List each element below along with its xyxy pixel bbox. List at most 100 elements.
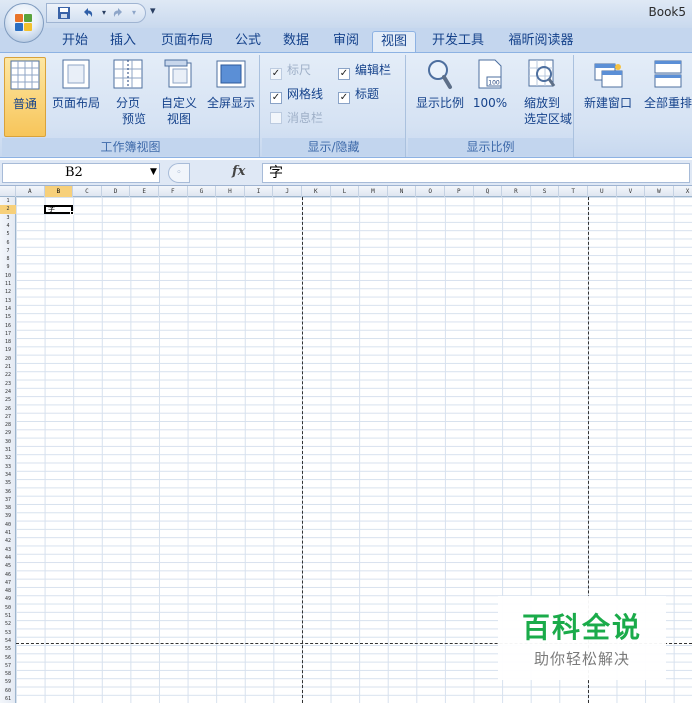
column-header[interactable]: K	[302, 186, 331, 197]
row-header[interactable]: 18	[0, 338, 16, 346]
row-header[interactable]: 38	[0, 504, 16, 512]
row-header[interactable]: 29	[0, 429, 16, 437]
row-header[interactable]: 7	[0, 247, 16, 255]
office-button[interactable]	[4, 3, 44, 43]
row-header[interactable]: 57	[0, 662, 16, 670]
column-header[interactable]: V	[617, 186, 646, 197]
tab-insert[interactable]: 插入	[104, 31, 142, 52]
column-header[interactable]: O	[416, 186, 445, 197]
row-header[interactable]: 46	[0, 571, 16, 579]
undo-icon[interactable]	[81, 6, 95, 20]
ruler-checkbox[interactable]: ✓ 标尺	[270, 61, 311, 80]
zoom-100-button[interactable]: 100 100%	[470, 57, 510, 111]
row-header[interactable]: 25	[0, 396, 16, 404]
formula-expand-icon[interactable]: ◦	[168, 163, 190, 183]
gridlines-checkbox[interactable]: ✓ 网格线	[270, 85, 323, 104]
column-header[interactable]: P	[445, 186, 474, 197]
tab-page-layout[interactable]: 页面布局	[154, 31, 220, 52]
tab-developer[interactable]: 开发工具	[422, 31, 494, 52]
row-header[interactable]: 44	[0, 554, 16, 562]
column-header[interactable]: J	[273, 186, 302, 197]
row-header[interactable]: 49	[0, 595, 16, 603]
column-header[interactable]: A	[16, 186, 45, 197]
column-header[interactable]: U	[588, 186, 617, 197]
new-window-button[interactable]: 新建窗口	[578, 57, 638, 111]
customize-qat-icon[interactable]: ▾	[150, 4, 156, 17]
tab-review[interactable]: 审阅	[326, 31, 366, 52]
column-header[interactable]: T	[559, 186, 588, 197]
row-header[interactable]: 24	[0, 388, 16, 396]
row-header[interactable]: 34	[0, 471, 16, 479]
row-header[interactable]: 1	[0, 197, 16, 205]
full-screen-button[interactable]: 全屏显示	[204, 57, 258, 111]
arrange-all-button[interactable]: 全部重排	[638, 57, 692, 111]
row-header[interactable]: 17	[0, 330, 16, 338]
column-header[interactable]: N	[388, 186, 417, 197]
column-header[interactable]: C	[73, 186, 102, 197]
row-header[interactable]: 40	[0, 521, 16, 529]
column-header[interactable]: D	[102, 186, 131, 197]
row-header[interactable]: 16	[0, 322, 16, 330]
column-header[interactable]: L	[331, 186, 360, 197]
row-header[interactable]: 11	[0, 280, 16, 288]
row-header[interactable]: 2	[0, 205, 16, 214]
row-header[interactable]: 19	[0, 346, 16, 354]
column-header[interactable]: S	[531, 186, 560, 197]
row-header[interactable]: 32	[0, 454, 16, 462]
row-header[interactable]: 4	[0, 222, 16, 230]
row-header[interactable]: 41	[0, 529, 16, 537]
name-box-dropdown-icon[interactable]: ▼	[150, 167, 157, 177]
zoom-button[interactable]: 显示比例	[410, 57, 470, 111]
row-header[interactable]: 8	[0, 255, 16, 263]
redo-dropdown-icon[interactable]: ▾	[127, 6, 141, 20]
row-header[interactable]: 36	[0, 488, 16, 496]
undo-dropdown-icon[interactable]: ▾	[97, 6, 111, 20]
redo-icon[interactable]	[111, 6, 125, 20]
formula-input[interactable]: 字	[262, 163, 690, 183]
row-header[interactable]: 5	[0, 230, 16, 238]
row-header[interactable]: 60	[0, 687, 16, 695]
row-header[interactable]: 28	[0, 421, 16, 429]
column-header[interactable]: R	[502, 186, 531, 197]
row-header[interactable]: 12	[0, 288, 16, 296]
zoom-to-selection-button[interactable]: 缩放到 选定区域	[512, 57, 572, 127]
row-header[interactable]: 42	[0, 537, 16, 545]
save-icon[interactable]	[57, 6, 71, 20]
headings-checkbox[interactable]: ✓ 标题	[338, 85, 379, 104]
row-header[interactable]: 10	[0, 272, 16, 280]
row-header[interactable]: 3	[0, 214, 16, 222]
row-header[interactable]: 26	[0, 405, 16, 413]
row-header[interactable]: 51	[0, 612, 16, 620]
row-header[interactable]: 30	[0, 438, 16, 446]
column-header[interactable]: I	[245, 186, 274, 197]
column-header[interactable]: E	[130, 186, 159, 197]
column-header[interactable]: G	[188, 186, 217, 197]
column-header[interactable]: X	[674, 186, 692, 197]
select-all-corner[interactable]	[0, 186, 16, 197]
page-layout-view-button[interactable]: 页面布局	[48, 57, 104, 111]
row-header[interactable]: 13	[0, 297, 16, 305]
row-header[interactable]: 52	[0, 620, 16, 628]
insert-function-icon[interactable]: fx	[232, 164, 245, 179]
row-header[interactable]: 33	[0, 463, 16, 471]
row-header[interactable]: 15	[0, 313, 16, 321]
row-header[interactable]: 9	[0, 263, 16, 271]
row-header[interactable]: 54	[0, 637, 16, 645]
row-header[interactable]: 22	[0, 371, 16, 379]
row-header[interactable]: 39	[0, 512, 16, 520]
column-header[interactable]: M	[359, 186, 388, 197]
row-header[interactable]: 48	[0, 587, 16, 595]
row-header[interactable]: 47	[0, 579, 16, 587]
custom-views-button[interactable]: 自定义 视图	[156, 57, 202, 127]
row-header[interactable]: 23	[0, 380, 16, 388]
formula-bar-checkbox[interactable]: ✓ 编辑栏	[338, 61, 391, 80]
row-header[interactable]: 37	[0, 496, 16, 504]
row-header[interactable]: 31	[0, 446, 16, 454]
row-header[interactable]: 50	[0, 604, 16, 612]
row-header[interactable]: 20	[0, 355, 16, 363]
tab-home[interactable]: 开始	[56, 31, 94, 52]
row-header[interactable]: 59	[0, 678, 16, 686]
column-header[interactable]: B	[44, 186, 74, 197]
message-bar-checkbox[interactable]: 消息栏	[270, 109, 323, 127]
row-header[interactable]: 35	[0, 479, 16, 487]
